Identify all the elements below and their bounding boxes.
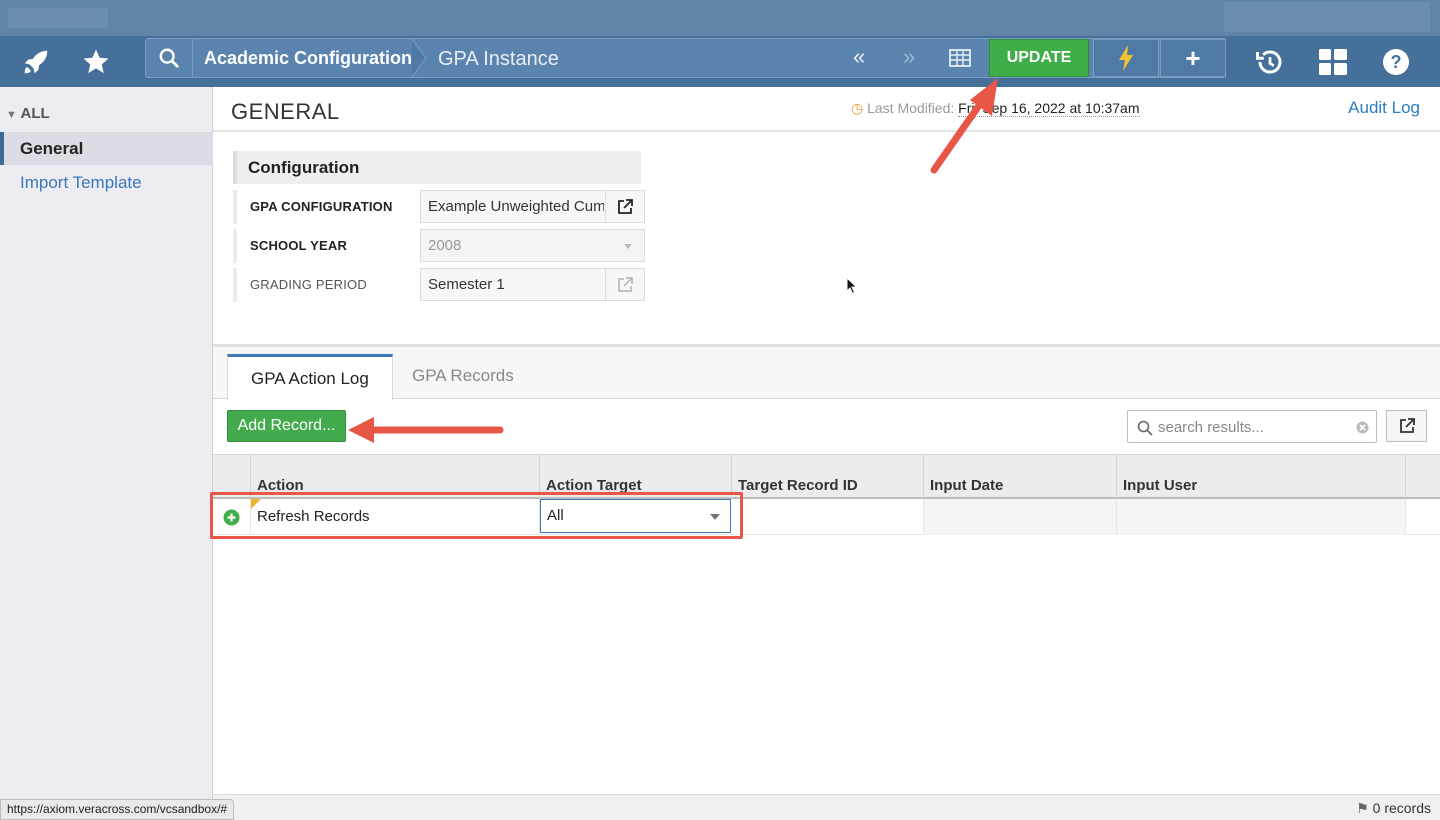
mouse-cursor-icon: [846, 277, 858, 295]
column-header-label: Action: [257, 477, 304, 494]
page-header: GENERAL ◷ Last Modified: Fri, Sep 16, 20…: [213, 87, 1440, 132]
open-link-icon[interactable]: [605, 191, 644, 222]
field-value: Example Unweighted Cumulative: [428, 198, 604, 215]
grading-period-row: GRADING PERIOD Semester 1: [233, 268, 645, 302]
sidebar-group-all[interactable]: ▼ ALL: [6, 105, 50, 122]
open-link-icon: [1399, 418, 1415, 433]
star-icon[interactable]: [74, 36, 118, 87]
page-title: GENERAL: [231, 99, 340, 124]
svg-text:?: ?: [1391, 52, 1402, 72]
gpa-configuration-field[interactable]: Example Unweighted Cumulative: [420, 190, 645, 223]
status-bar-url: https://axiom.veracross.com/vcsandbox/#: [0, 799, 235, 820]
search-icon: [1137, 420, 1153, 436]
new-row-plus-icon: [223, 509, 240, 526]
chevron-down-icon: [624, 244, 632, 249]
annotation-arrow-update: [930, 78, 998, 174]
caret-down-icon: ▼: [6, 109, 17, 121]
column-header-target-record-id[interactable]: Target Record ID: [732, 455, 924, 498]
action-target-select[interactable]: All: [540, 499, 731, 533]
tab-gpa-action-log[interactable]: GPA Action Log: [227, 354, 393, 400]
action-target-value: All: [547, 507, 564, 524]
export-button[interactable]: [1386, 410, 1427, 442]
previous-record-icon[interactable]: «: [853, 39, 865, 77]
annotation-arrow-add-record: [348, 417, 504, 443]
breadcrumb-separator: [412, 39, 434, 77]
dashboard-icon[interactable]: [1311, 36, 1355, 87]
column-header-label: Action Target: [546, 477, 642, 494]
chevron-down-icon: [710, 514, 720, 520]
grading-period-field: Semester 1: [420, 268, 645, 301]
input-user-cell: [1117, 499, 1406, 535]
record-count: ⚑ 0 records: [1356, 800, 1431, 817]
input-date-cell: [924, 499, 1117, 535]
search-results-box: [1127, 410, 1377, 443]
tab-bar: GPA Action Log GPA Records: [213, 347, 1440, 400]
field-label: GRADING PERIOD: [250, 277, 367, 292]
breadcrumb-bar: Academic Configuration GPA Instance « » …: [145, 38, 1226, 78]
open-link-icon: [605, 269, 644, 300]
sidebar-item-label: General: [20, 139, 84, 158]
column-header-input-date[interactable]: Input Date: [924, 455, 1117, 498]
audit-log-link[interactable]: Audit Log: [1348, 98, 1420, 118]
sidebar-item-import-template[interactable]: Import Template: [20, 173, 142, 193]
grid-header-spacer: [213, 455, 251, 498]
record-count-label: 0 records: [1372, 800, 1431, 816]
clear-search-icon[interactable]: [1356, 421, 1369, 434]
row-status-cell: [213, 499, 251, 535]
grid-footer: ⚑ 0 records: [213, 794, 1440, 820]
tab-gpa-records[interactable]: GPA Records: [389, 354, 537, 399]
help-icon[interactable]: ?: [1374, 36, 1418, 87]
column-header-action[interactable]: Action: [251, 455, 540, 498]
top-navigation-bar: Academic Configuration GPA Instance « » …: [0, 36, 1440, 87]
action-cell[interactable]: Refresh Records: [251, 499, 540, 535]
search-input[interactable]: [1158, 416, 1354, 438]
sidebar-item-general[interactable]: General: [0, 132, 213, 165]
rocket-icon[interactable]: [14, 36, 58, 87]
sidebar-group-label: ALL: [20, 105, 50, 122]
school-year-row: SCHOOL YEAR 2008: [233, 229, 645, 263]
column-header-action-target[interactable]: Action Target: [540, 455, 732, 498]
browser-top-strip: [0, 0, 1440, 36]
field-label: GPA CONFIGURATION: [250, 199, 393, 214]
lightning-icon[interactable]: [1093, 39, 1159, 77]
redacted-block: [8, 8, 108, 28]
field-value: 2008: [428, 237, 462, 254]
gpa-configuration-row: GPA CONFIGURATION Example Unweighted Cum…: [233, 190, 645, 224]
configuration-heading: Configuration: [233, 151, 641, 184]
grid-header: Action Action Target Target Record ID In…: [213, 454, 1440, 499]
flag-icon: ⚑: [1356, 800, 1369, 816]
column-header-label: Input User: [1123, 477, 1198, 494]
search-icon[interactable]: [146, 39, 193, 77]
column-header-input-user[interactable]: Input User: [1117, 455, 1406, 498]
add-record-button[interactable]: Add Record...: [227, 410, 346, 442]
field-value: Semester 1: [428, 276, 505, 293]
field-label: SCHOOL YEAR: [250, 238, 348, 253]
school-year-select: 2008: [420, 229, 645, 262]
breadcrumb-academic-configuration[interactable]: Academic Configuration: [204, 39, 412, 77]
next-record-icon[interactable]: »: [903, 39, 915, 77]
column-header-label: Target Record ID: [738, 477, 858, 494]
action-value: Refresh Records: [257, 508, 370, 525]
add-new-button[interactable]: +: [1160, 39, 1226, 77]
table-row: Refresh Records: [213, 499, 1440, 535]
configuration-panel: Configuration GPA CONFIGURATION Example …: [233, 151, 645, 303]
breadcrumb-gpa-instance[interactable]: GPA Instance: [438, 39, 559, 77]
redacted-block: [1224, 2, 1430, 32]
column-header-label: Input Date: [930, 477, 1004, 494]
clock-icon: ◷: [851, 100, 864, 116]
target-record-id-cell[interactable]: [732, 499, 924, 535]
sidebar: ▼ ALL General Import Template: [0, 87, 213, 820]
history-icon[interactable]: [1248, 36, 1292, 87]
